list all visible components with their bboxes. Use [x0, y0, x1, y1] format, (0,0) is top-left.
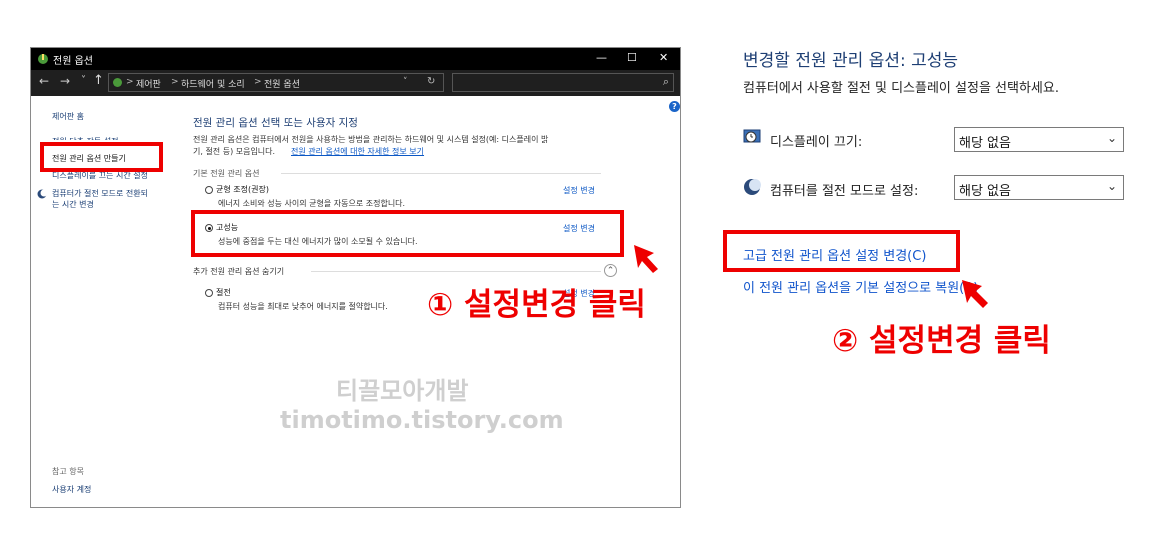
- sleep-moon-icon-large: [744, 179, 761, 195]
- sidebar-item-sleep-line2[interactable]: 는 시간 변경: [52, 199, 94, 210]
- search-icon: ⌕: [662, 75, 669, 88]
- description-line2: 기, 절전 등) 모음입니다.: [193, 147, 276, 156]
- window-title: 전원 옵션: [53, 56, 93, 67]
- see-also-heading: 참고 항목: [52, 467, 84, 476]
- step2-label: ② 설정변경 클릭: [832, 323, 1051, 359]
- more-info-link[interactable]: 전원 관리 옵션에 대한 자세한 정보 보기: [291, 146, 424, 157]
- sidebar-item-sleep[interactable]: 컴퓨터가 절전 모드로 전환되: [52, 188, 148, 199]
- chevron-down-icon: ⌄: [1106, 131, 1117, 145]
- address-dropdown-icon[interactable]: ˅: [403, 77, 408, 87]
- arrow-icon-step1: [634, 245, 658, 273]
- radio-power-saver[interactable]: [205, 289, 213, 297]
- display-off-label: 디스플레이 끄기:: [770, 135, 863, 150]
- breadcrumb-power-options[interactable]: 전원 옵션: [264, 77, 300, 90]
- sidebar-user-accounts[interactable]: 사용자 계정: [52, 484, 91, 495]
- address-box[interactable]: > 제어판 > 하드웨어 및 소리 > 전원 옵션 ˅ ↻: [108, 73, 444, 92]
- watermark-url: timotimo.tistory.com: [280, 406, 564, 434]
- search-input[interactable]: ⌕: [452, 73, 674, 92]
- arrow-icon-step2: [962, 280, 988, 308]
- highlight-box-advanced: [723, 230, 960, 272]
- watermark-name: 티끌모아개발: [336, 377, 469, 405]
- restore-defaults-link[interactable]: 이 전원 관리 옵션을 기본 설정으로 복원(R): [743, 277, 978, 296]
- power-options-icon: [38, 54, 48, 64]
- page-title: 전원 관리 옵션 선택 또는 사용자 지정: [193, 117, 358, 129]
- title-bar: 전원 옵션 — ☐ ✕: [31, 48, 680, 70]
- sleep-select[interactable]: 해당 없음 ⌄: [954, 175, 1124, 200]
- chevron-down-icon: ⌄: [1106, 179, 1117, 193]
- plan-balanced-name[interactable]: 균형 조정(권장): [216, 184, 269, 195]
- back-icon[interactable]: ←: [39, 74, 49, 88]
- breadcrumb-sep: >: [171, 77, 179, 87]
- recent-locations-icon[interactable]: ˅: [81, 75, 86, 86]
- radio-balanced[interactable]: [205, 186, 213, 194]
- group-basic-label: 기본 전원 관리 옵션: [193, 169, 260, 178]
- group-hidden-label[interactable]: 추가 전원 관리 옵션 숨기기: [193, 266, 284, 277]
- breadcrumb-sep: >: [126, 77, 134, 87]
- help-icon[interactable]: ?: [669, 101, 680, 112]
- edit-plan-title: 변경할 전원 관리 옵션: 고성능: [743, 51, 959, 71]
- breadcrumb-control-panel[interactable]: 제어판: [136, 77, 161, 90]
- control-panel-icon: [113, 78, 122, 87]
- address-bar-row: ← → ˅ ↑ > 제어판 > 하드웨어 및 소리 > 전원 옵션 ˅ ↻ ⌕: [31, 70, 680, 96]
- up-icon[interactable]: ↑: [93, 73, 104, 88]
- step1-label: ① 설정변경 클릭: [427, 287, 646, 323]
- plan-power-saver-desc: 컴퓨터 성능을 최대로 낮추어 에너지를 절약합니다.: [218, 302, 388, 311]
- group-divider-2: [311, 271, 601, 272]
- sleep-value: 해당 없음: [959, 184, 1011, 199]
- highlight-box-create-plan: [40, 142, 163, 172]
- group-divider: [281, 173, 601, 174]
- power-options-window: 전원 옵션 — ☐ ✕ ← → ˅ ↑ > 제어판 > 하드웨어 및 소리 > …: [30, 47, 681, 508]
- plan-balanced-change-link[interactable]: 설정 변경: [563, 185, 595, 196]
- plan-balanced-desc: 에너지 소비와 성능 사이의 균형을 자동으로 조정합니다.: [218, 199, 406, 208]
- forward-icon[interactable]: →: [60, 74, 70, 88]
- sleep-label: 컴퓨터를 절전 모드로 설정:: [770, 184, 919, 199]
- refresh-icon[interactable]: ↻: [427, 76, 435, 87]
- edit-plan-subtitle: 컴퓨터에서 사용할 절전 및 디스플레이 설정을 선택하세요.: [743, 81, 1059, 96]
- description-line1: 전원 관리 옵션은 컴퓨터에서 전원을 사용하는 방법을 관리하는 하드웨어 및…: [193, 135, 549, 144]
- sleep-moon-icon: [37, 189, 47, 199]
- plan-power-saver-name[interactable]: 절전: [216, 287, 231, 298]
- maximize-button[interactable]: ☐: [627, 51, 637, 64]
- display-clock-icon: [743, 129, 761, 143]
- display-off-value: 해당 없음: [959, 136, 1011, 151]
- display-off-select[interactable]: 해당 없음 ⌄: [954, 127, 1124, 152]
- breadcrumb-sep: >: [254, 77, 262, 87]
- sidebar-home-link[interactable]: 제어판 홈: [52, 111, 84, 122]
- minimize-button[interactable]: —: [596, 51, 607, 64]
- highlight-box-high-performance: [191, 210, 624, 257]
- collapse-icon[interactable]: ⌃: [604, 264, 617, 277]
- breadcrumb-hardware-sound[interactable]: 하드웨어 및 소리: [181, 77, 245, 90]
- close-button[interactable]: ✕: [659, 51, 668, 64]
